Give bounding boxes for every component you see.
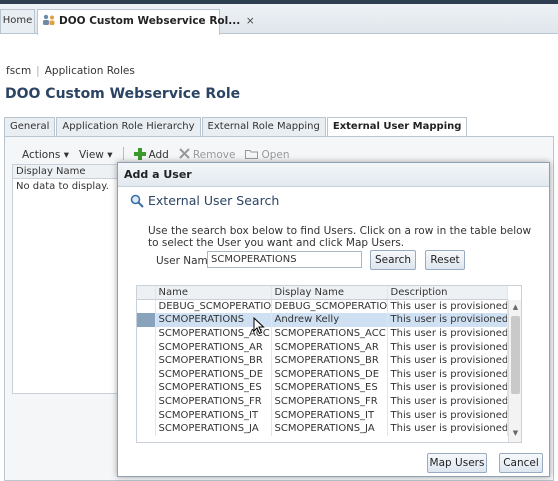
scroll-down-icon[interactable]: ▼ [509,428,521,438]
search-icon [130,194,144,208]
row-header [137,421,156,436]
cell-display-name: SCMOPERATIONS_BR [271,353,388,368]
remove-label: Remove [192,149,236,161]
row-header [137,408,156,422]
toolbar-divider [122,147,124,160]
add-label: Add [148,149,169,161]
add-button[interactable]: Add [133,148,169,161]
toolbar: Actions ▾ View ▾ Add Remove Open [22,147,300,161]
column-name[interactable]: Name [155,286,272,301]
close-icon[interactable]: × [246,15,255,27]
table-row[interactable]: SCMOPERATIONS_ES SCMOPERATIONS_ES This use… [137,381,508,395]
search-section-title: External User Search [130,193,279,208]
search-button[interactable]: Search [370,250,416,270]
cell-name: SCMOPERATIONS_IT [155,408,272,422]
cell-description: This user is provisioned "... [387,340,508,354]
table-row[interactable]: SCMOPERATIONS_IT SCMOPERATIONS_IT This use… [137,408,508,422]
dialog-title: Add a User [118,163,549,187]
tab-active[interactable]: DOO Custom Webservice Rol... × [37,9,255,35]
actions-menu[interactable]: Actions ▾ [22,149,69,161]
cell-description: This user is provisioned "... [387,326,508,341]
cell-display-name: SCMOPERATIONS_ES [271,381,388,395]
cell-description: This user is provisioned "... [387,313,508,327]
cell-name: SCMOPERATIONS_DE [155,367,272,382]
row-header [137,381,156,395]
tab-home[interactable]: Home [0,9,35,33]
cell-name: SCMOPERATIONS_FR [155,394,272,409]
vertical-scrollbar[interactable]: ▲ ▼ [508,300,521,442]
open-button[interactable]: Open [245,149,290,161]
cell-name: DEBUG_SCMOPERATIONS [155,299,272,314]
tab-external-role-mapping[interactable]: External Role Mapping [201,117,326,137]
cell-description: This user is provisioned "... [387,353,508,368]
roles-icon [43,14,55,25]
cell-description: This user is provisioned "... [387,367,508,382]
cell-description: This user is provisioned "... [387,408,508,422]
cell-name: SCMOPERATIONS_ES [155,381,272,395]
table-row[interactable]: SCMOPERATIONS_BR SCMOPERATIONS_BR This use… [137,353,508,368]
cell-name: SCMOPERATIONS_AR [155,340,272,354]
page-title: DOO Custom Webservice Role [5,86,241,102]
map-users-button[interactable]: Map Users [427,453,487,473]
tab-application-role-hierarchy[interactable]: Application Role Hierarchy [56,117,201,137]
table-row[interactable]: SCMOPERATIONS_FR SCMOPERATIONS_FR This use… [137,394,508,409]
cell-display-name: Andrew Kelly [271,313,388,327]
remove-icon [179,148,190,159]
cell-description: This user is provisioned "... [387,394,508,409]
cell-display-name: SCMOPERATIONS_DE [271,367,388,382]
table-row[interactable]: SCMOPERATIONS_AR SCMOPERATIONS_AR This use… [137,340,508,354]
row-header [137,367,156,382]
folder-icon [245,150,259,159]
cell-description: This user is provisioned "... [387,381,508,395]
breadcrumb: fscm | Application Roles [6,65,135,77]
breadcrumb-fscm[interactable]: fscm [6,65,31,77]
tab-active-label: DOO Custom Webservice Rol... [59,15,241,27]
user-name-label: User Name [156,255,215,267]
cell-display-name: SCMOPERATIONS_JA [271,421,388,436]
cell-name: SCMOPERATIONS_JA [155,421,272,436]
row-header [137,394,156,409]
cell-display-name: SCMOPERATIONS_ACC [271,326,388,341]
tab-external-user-mapping[interactable]: External User Mapping [326,117,468,138]
results-table: Name Display Name Description DEBUG_SCMO… [136,285,522,443]
view-menu[interactable]: View ▾ [79,149,113,161]
column-display-name[interactable]: Display Name [271,286,388,301]
column-description[interactable]: Description [387,286,508,301]
cell-display-name: SCMOPERATIONS_AR [271,340,388,354]
sub-tabs: General Application Role Hierarchy Externa… [4,117,468,138]
cell-description: This user is provisioned "... [387,299,508,314]
remove-button[interactable]: Remove [179,148,236,161]
table-header-row: Name Display Name Description [137,286,508,301]
scroll-up-icon[interactable]: ▲ [509,302,521,312]
mouse-cursor-icon [253,317,265,335]
table-row[interactable]: SCMOPERATIONS_JA SCMOPERATIONS_JA This use… [137,421,508,436]
tab-bar: Home DOO Custom Webservice Rol... × [0,4,558,35]
row-header [137,313,156,327]
row-header [137,326,156,341]
row-header [137,353,156,368]
user-name-input[interactable] [207,251,362,268]
row-header [137,299,156,314]
row-header-cell [137,286,156,301]
table-row[interactable]: DEBUG_SCMOPERATIONSDEBUG_SCMOPERATIONSTh… [137,299,508,314]
instructions: Use the search box below to find Users. … [148,225,532,249]
cell-display-name: SCMOPERATIONS_IT [271,408,388,422]
reset-button[interactable]: Reset [425,250,465,270]
add-icon [133,148,146,160]
scroll-thumb[interactable] [511,316,520,394]
search-title-label: External User Search [148,193,280,208]
row-header [137,340,156,354]
cell-description: This user is provisioned "... [387,421,508,436]
cell-display-name: SCMOPERATIONS_FR [271,394,388,409]
cell-name: SCMOPERATIONS_BR [155,353,272,368]
breadcrumb-application-roles[interactable]: Application Roles [45,65,135,77]
add-user-dialog: Add a User External User Search Use the … [117,162,550,477]
tab-general[interactable]: General [4,117,56,137]
table-row[interactable]: SCMOPERATIONS_ACC SCMOPERATIONS_ACC This u… [137,326,508,341]
table-row[interactable]: SCMOPERATIONS_DE SCMOPERATIONS_DE This use… [137,367,508,382]
cell-display-name: DEBUG_SCMOPERATIONS [271,299,388,314]
cancel-button[interactable]: Cancel [499,453,543,473]
table-row-selected[interactable]: SCMOPERATIONS Andrew Kelly This user is pr… [137,313,508,327]
open-label: Open [261,149,290,161]
